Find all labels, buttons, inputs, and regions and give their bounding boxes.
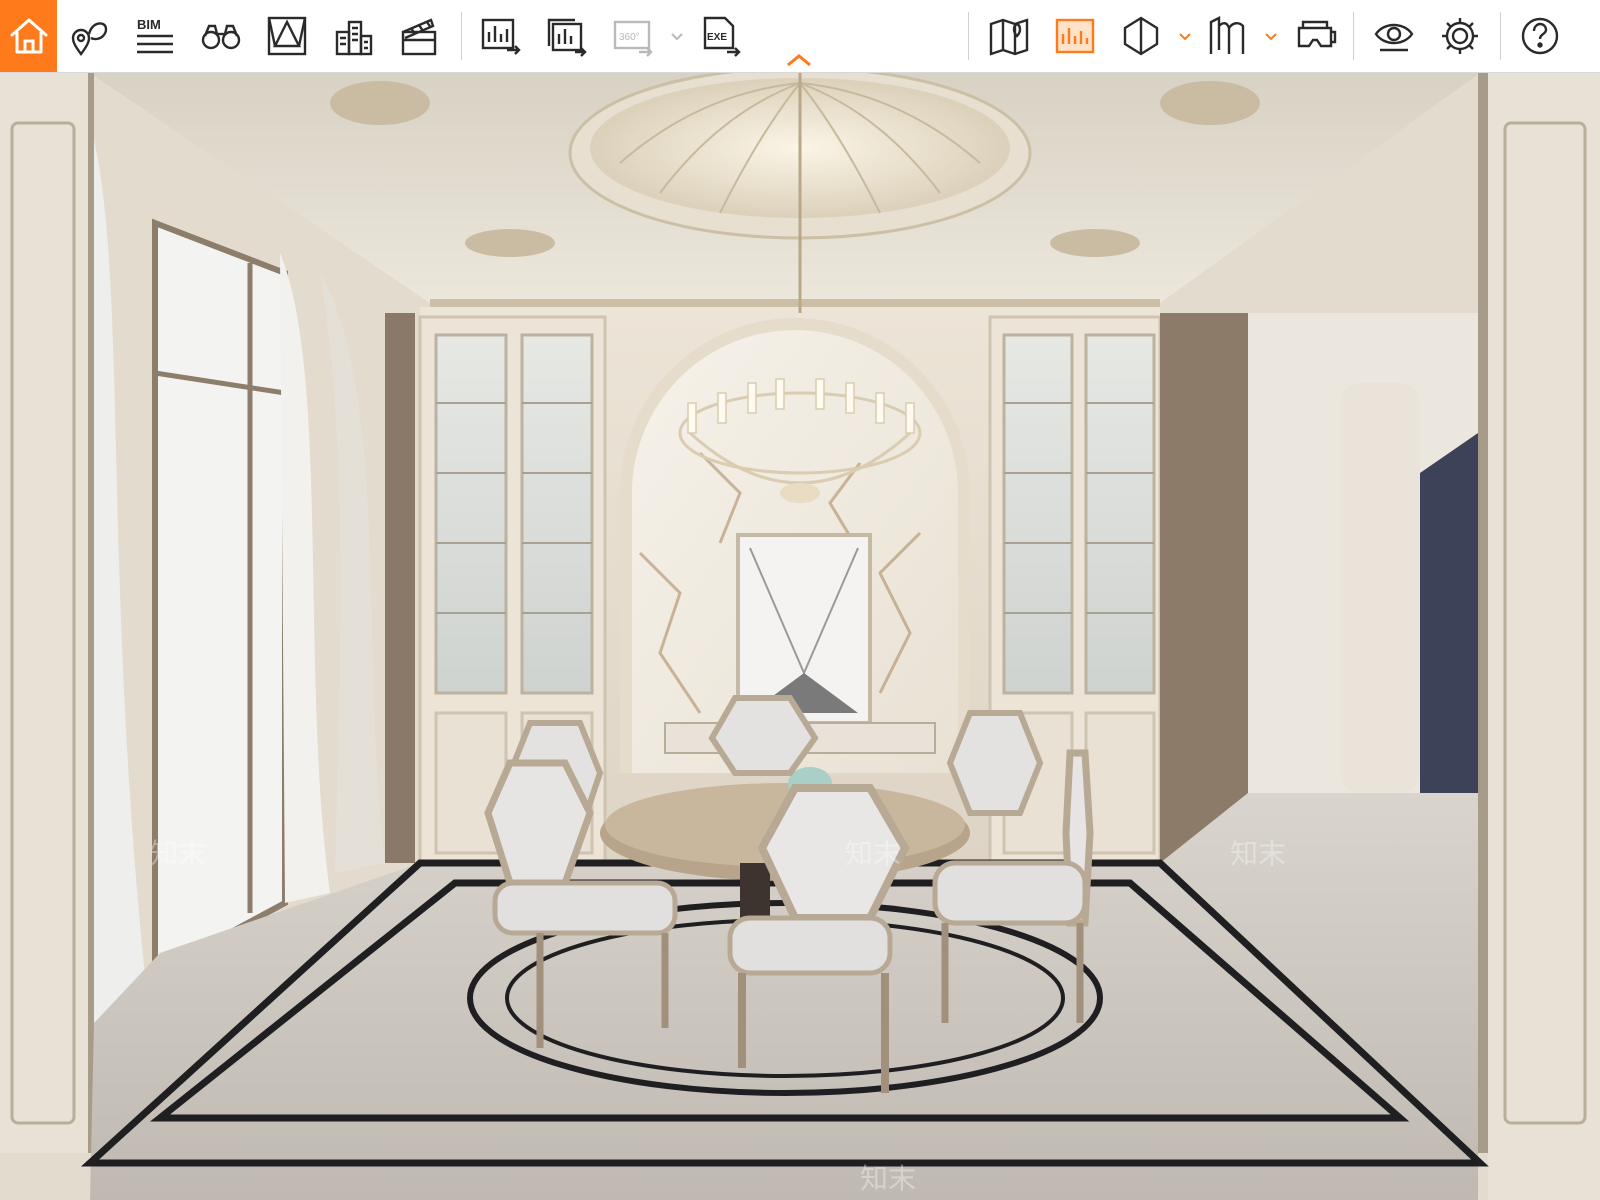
perspective-button[interactable] [259,8,315,64]
toolbar-separator [1500,12,1501,60]
section-button[interactable] [1113,8,1169,64]
toolbar-separator [968,12,969,60]
gear-icon [1442,18,1478,54]
screen-icon [1055,18,1095,54]
chevron-down-icon[interactable] [1178,30,1192,44]
buildings-icon [335,20,373,56]
export-image-button[interactable] [473,8,529,64]
map-pin-button[interactable] [61,8,117,64]
dining-chair-back-right [946,710,1044,816]
svg-text:EXE: EXE [707,32,727,43]
map-pin-icon [71,22,108,57]
binoculars-button[interactable] [193,8,249,64]
right-pillar [1160,313,1248,863]
left-pillar [385,313,415,863]
watermark: 知末 [150,838,206,869]
watermark: 知末 [1230,838,1286,869]
export-exe-icon: EXE [703,16,741,57]
export-image-icon [481,18,521,55]
view-button[interactable] [1366,8,1422,64]
top-toolbar: BIM 360° EXE [0,0,1600,73]
left-door-panel [0,73,94,1153]
clapper-icon [401,18,437,56]
clapper-button[interactable] [391,8,447,64]
watermark: 知末 [845,838,901,869]
section-icon [1123,16,1159,56]
walls-button[interactable] [1199,8,1255,64]
toolbar-separator [1353,12,1354,60]
export-exe-button[interactable]: EXE [693,8,749,64]
export-360-button[interactable]: 360° [605,8,661,64]
export-batch-icon [547,18,587,57]
buildings-button[interactable] [325,8,381,64]
dining-chair-back-center [708,695,819,776]
watermark: 知末 [860,1163,916,1194]
right-door-panel [1478,73,1600,1200]
bim-button[interactable]: BIM [127,8,183,64]
right-column [1340,383,1420,793]
svg-text:360°: 360° [619,32,640,43]
help-icon [1521,17,1559,55]
floor-map-button[interactable] [981,8,1037,64]
floor-map-icon [989,18,1029,56]
chevron-down-icon[interactable] [1264,30,1278,44]
settings-button[interactable] [1432,8,1488,64]
help-button[interactable] [1512,8,1568,64]
binoculars-icon [201,24,241,50]
eye-icon [1374,23,1414,52]
collapse-toolbar-icon[interactable] [784,52,814,68]
export-360-icon: 360° [613,20,653,57]
home-icon [10,18,47,54]
vr-button[interactable] [1287,8,1343,64]
walls-icon [1209,16,1245,54]
bim-icon: BIM [137,17,173,54]
export-batch-button[interactable] [539,8,595,64]
scene-render: 知末 知末 知末 知末 [0,73,1600,1200]
svg-text:BIM: BIM [137,17,161,32]
3d-viewport[interactable]: 知末 知末 知末 知末 [0,73,1600,1200]
staircase [1420,433,1478,793]
screen-button[interactable] [1047,8,1103,64]
toolbar-separator [461,12,462,60]
chevron-down-icon[interactable] [670,30,684,44]
perspective-icon [267,16,307,56]
vr-icon [1297,20,1337,48]
home-button[interactable] [0,0,57,72]
